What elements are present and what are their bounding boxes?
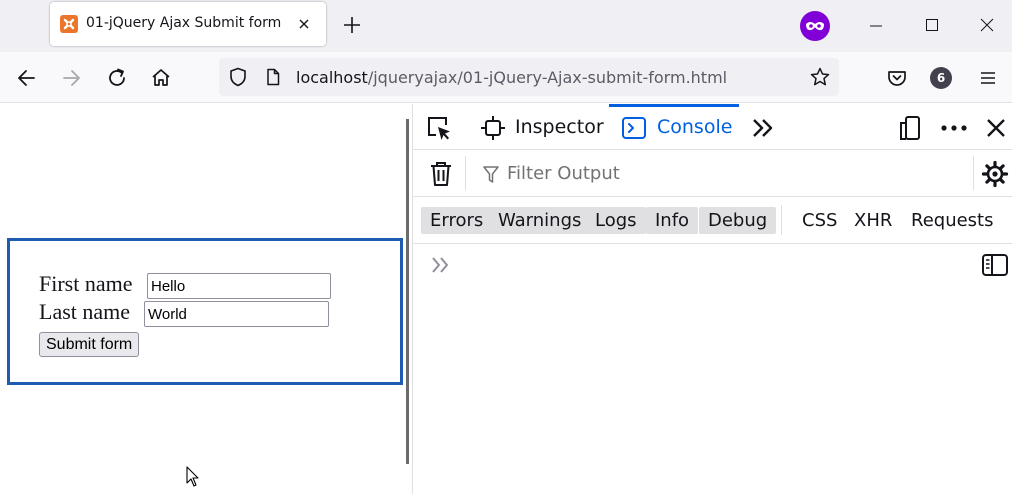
url-bar[interactable]: localhost/jqueryajax/01-jQuery-Ajax-subm… (219, 58, 839, 96)
form-container: First name Last name Submit form (7, 238, 403, 385)
inspector-icon[interactable] (479, 114, 507, 142)
url-path: /jqueryajax/01-jQuery-Ajax-submit-form.h… (367, 68, 728, 87)
plus-icon[interactable] (340, 13, 364, 37)
ellipsis-icon[interactable] (939, 114, 969, 142)
last-name-label: Last name (39, 299, 131, 324)
page-viewport: First name Last name Submit form (0, 104, 408, 494)
filter-warnings-button[interactable]: Warnings (489, 207, 591, 234)
first-name-label: First name (39, 271, 133, 296)
reload-icon[interactable] (104, 65, 130, 91)
back-arrow-icon[interactable] (14, 65, 40, 91)
filter-xhr-button[interactable]: XHR (854, 207, 892, 234)
pocket-icon[interactable] (884, 65, 910, 91)
filter-requests-button[interactable]: Requests (911, 207, 994, 234)
maximize-icon[interactable] (920, 14, 944, 38)
sidebar-toggle-icon[interactable] (981, 252, 1009, 278)
filter-css-button[interactable]: CSS (802, 207, 837, 234)
devtools-toolbar: Inspector Console (413, 104, 1012, 150)
filter-info-button[interactable]: Info (646, 207, 699, 234)
devtools-splitter[interactable] (406, 119, 409, 464)
filter-logs-button[interactable]: Logs (586, 207, 646, 234)
gear-icon[interactable] (981, 160, 1009, 188)
forward-arrow-icon[interactable] (58, 65, 84, 91)
tab-console[interactable]: Console (657, 116, 732, 138)
star-icon[interactable] (809, 66, 831, 88)
hamburger-menu-icon[interactable] (975, 65, 1001, 91)
responsive-design-icon[interactable] (897, 114, 925, 142)
trash-icon[interactable] (428, 160, 454, 188)
close-devtools-icon[interactable] (983, 114, 1009, 142)
account-badge[interactable]: 6 (930, 67, 952, 89)
private-browsing-icon (800, 11, 830, 41)
filter-output-input[interactable]: Filter Output (507, 163, 620, 184)
toolbar-divider (781, 205, 782, 235)
mouse-cursor-icon (185, 466, 201, 488)
last-name-input[interactable] (144, 301, 329, 327)
devtools-panel: Inspector Console Filter Output Errors W… (412, 104, 1012, 494)
tab-title: 01-jQuery Ajax Submit form (86, 15, 282, 31)
filter-debug-button[interactable]: Debug (699, 207, 777, 234)
url-host: localhost (296, 68, 368, 87)
console-level-filters: Errors Warnings Logs Info Debug CSS XHR … (413, 197, 1012, 244)
toolbar-divider (465, 156, 466, 190)
console-tab-indicator (609, 104, 739, 107)
prompt-chevron-icon (429, 254, 455, 276)
url-text[interactable]: localhost/jqueryajax/01-jQuery-Ajax-subm… (296, 68, 727, 87)
shield-icon[interactable] (227, 66, 249, 88)
close-icon[interactable] (294, 14, 314, 34)
browser-tab[interactable]: 01-jQuery Ajax Submit form (50, 2, 326, 46)
minimize-icon[interactable] (864, 14, 888, 38)
tab-inspector[interactable]: Inspector (515, 116, 604, 138)
submit-form-button[interactable]: Submit form (39, 332, 140, 357)
chevrons-right-icon[interactable] (749, 114, 777, 142)
toolbar-divider (973, 156, 974, 190)
filter-errors-button[interactable]: Errors (421, 207, 493, 234)
console-icon[interactable] (621, 115, 647, 141)
page-icon[interactable] (263, 67, 283, 87)
element-picker-icon[interactable] (425, 114, 453, 142)
favicon-xampp-icon (60, 15, 78, 33)
home-icon[interactable] (148, 65, 174, 91)
console-filter-bar: Filter Output (413, 150, 1012, 197)
tab-strip: 01-jQuery Ajax Submit form (0, 0, 1012, 52)
first-name-input[interactable] (147, 273, 331, 299)
filter-icon (483, 166, 499, 184)
close-window-icon[interactable] (975, 14, 999, 38)
navigation-toolbar: localhost/jqueryajax/01-jQuery-Ajax-subm… (0, 52, 1012, 103)
